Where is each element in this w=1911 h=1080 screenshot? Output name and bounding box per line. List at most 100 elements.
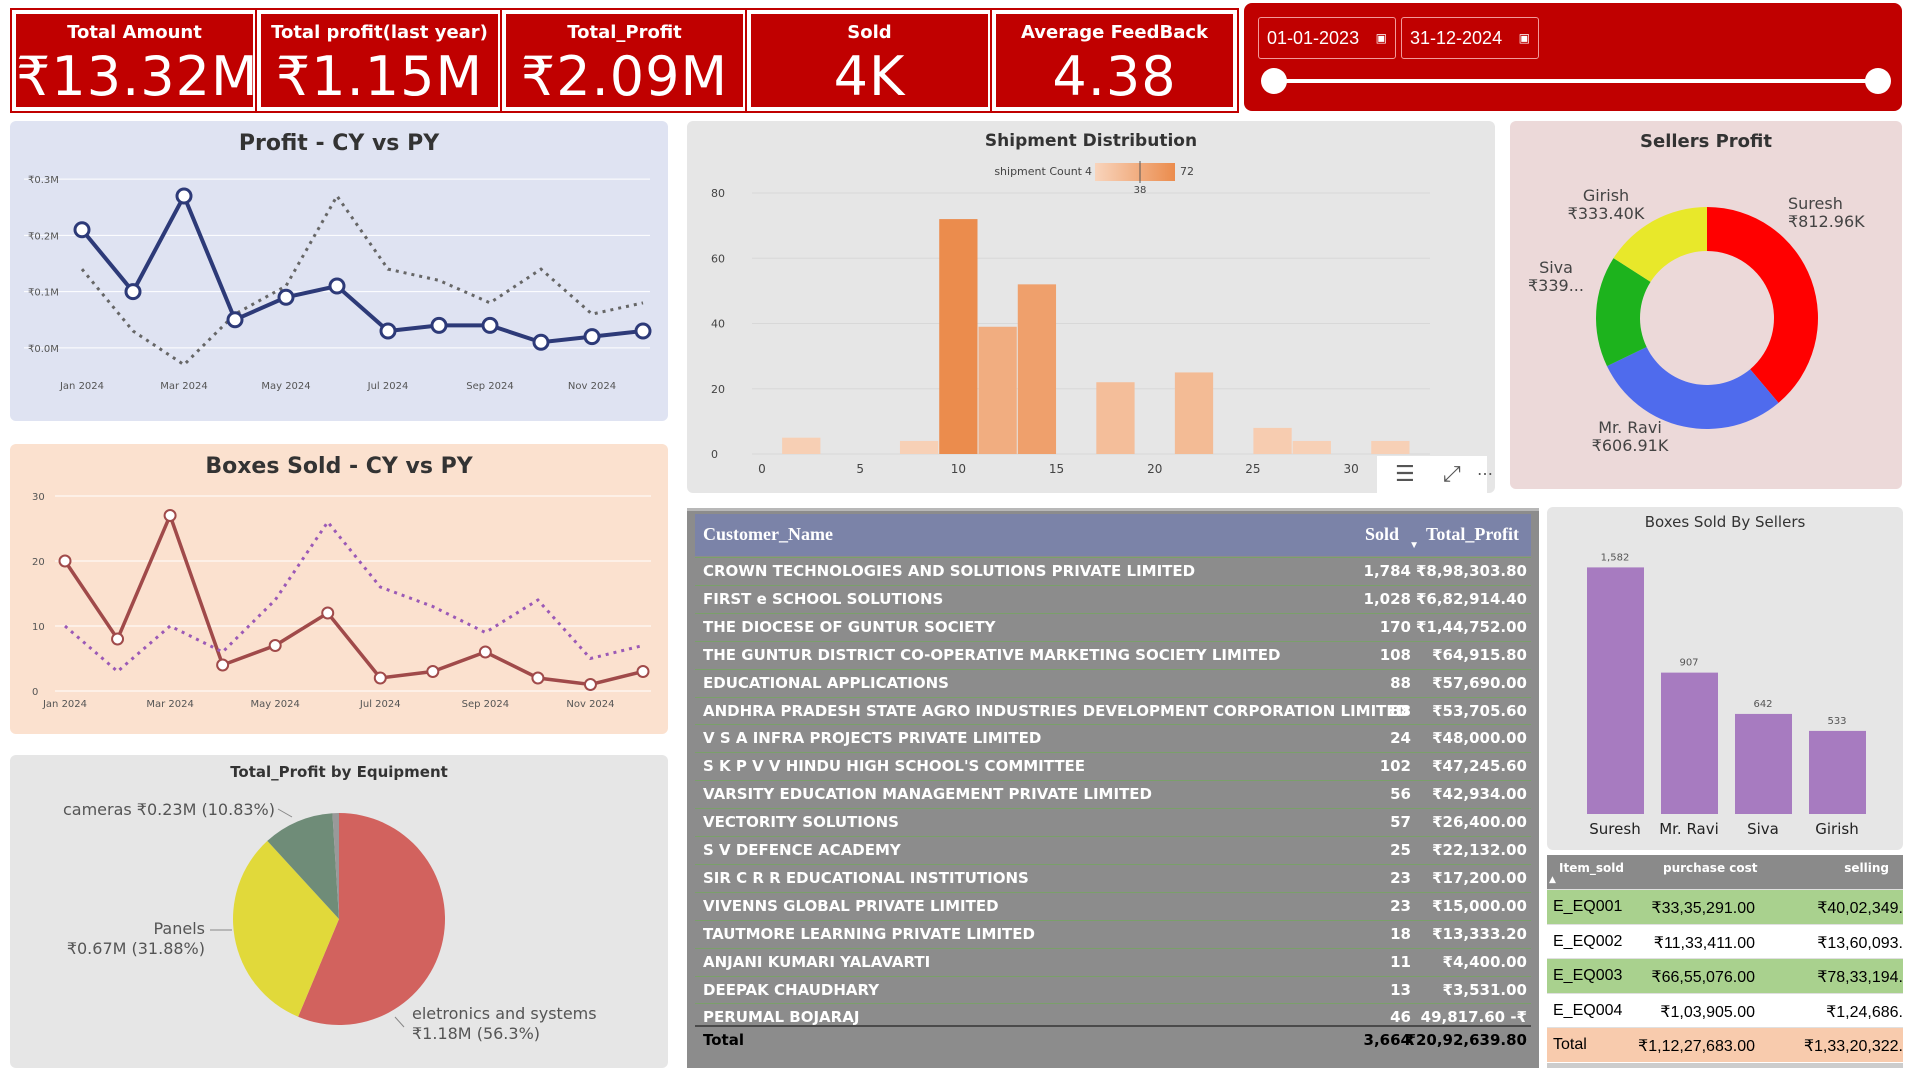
- data-point: [226, 311, 244, 329]
- date-slider-track[interactable]: [1274, 79, 1878, 83]
- sold-cell: 23: [1390, 868, 1411, 887]
- selling-cell: ₹1,24,686.: [1826, 1003, 1903, 1021]
- slice-label-value: ₹606.91K: [1592, 436, 1669, 455]
- column-header-customer-name[interactable]: Customer_Name: [703, 524, 833, 545]
- data-point: [426, 665, 440, 678]
- x-tick-label: 25: [1245, 462, 1260, 476]
- sold-cell: 23: [1390, 896, 1411, 915]
- item-cost-table[interactable]: Item_sold ▲ purchase cost selling E_EQ00…: [1547, 855, 1903, 1068]
- start-date-input[interactable]: 01-01-2023 ▣: [1258, 17, 1396, 59]
- histogram-bar: [1371, 440, 1410, 454]
- sold-cell: 13: [1390, 980, 1411, 999]
- table-row[interactable]: S K P V V HINDU HIGH SCHOOL'S COMMITTEE 1…: [695, 752, 1531, 780]
- data-point: [321, 606, 335, 620]
- filter-icon[interactable]: ☰: [1395, 462, 1415, 487]
- kpi-card-profit-last-year[interactable]: Total profit(last year) ₹1.15M: [255, 8, 504, 113]
- kpi-card-sold[interactable]: Sold 4K: [745, 8, 994, 113]
- y-tick-label: 10: [32, 622, 45, 633]
- date-range-slicer[interactable]: 01-01-2023 ▣ 31-12-2024 ▣: [1244, 3, 1902, 111]
- slice-label-name: Suresh: [1788, 194, 1843, 213]
- donut-slice: [1707, 207, 1818, 403]
- x-tick-label: Mar 2024: [146, 699, 194, 710]
- customer-name-cell: PERUMAL BOJARAJ: [703, 1008, 860, 1027]
- customer-profit-table[interactable]: Customer_Name Sold Total_Profit ▼ CROWN …: [687, 508, 1539, 1068]
- histogram-bar: [978, 326, 1017, 454]
- dashboard: Total Amount ₹13.32M Total profit(last y…: [0, 0, 1911, 1080]
- kpi-card-total-profit[interactable]: Total_Profit ₹2.09M: [500, 8, 749, 113]
- column-header-selling[interactable]: selling: [1844, 861, 1889, 875]
- table-row[interactable]: TAUTMORE LEARNING PRIVATE LIMITED 18 ₹13,3…: [695, 919, 1531, 948]
- kpi-label: Total Amount: [67, 22, 202, 43]
- table-row[interactable]: FIRST e SCHOOL SOLUTIONS 1,028 ₹6,82,914.4…: [695, 584, 1531, 613]
- customer-name-cell: FIRST e SCHOOL SOLUTIONS: [703, 589, 944, 608]
- table-row[interactable]: E_EQ004 ₹1,03,905.00 ₹1,24,686.: [1547, 992, 1903, 1028]
- bar-value-label: 1,582: [1601, 552, 1630, 563]
- purchase-cost-cell: ₹33,35,291.00: [1651, 900, 1755, 917]
- selling-cell: ₹78,33,194.: [1817, 969, 1903, 986]
- sellers-profit-panel: Sellers Profit Suresh ₹812.96K Mr. Ravi ₹60…: [1510, 121, 1902, 489]
- x-tick-label: 30: [1343, 462, 1358, 476]
- series-line-current-year: [63, 510, 644, 687]
- calendar-icon[interactable]: ▣: [1376, 18, 1387, 58]
- table-row[interactable]: EDUCATIONAL APPLICATIONS 88 ₹57,690.00: [695, 668, 1531, 697]
- more-options-icon[interactable]: …: [1477, 460, 1493, 479]
- shipment-distribution-panel: Shipment Distribution 0 20 40 60 80 0 5 10 15 20 2…: [687, 121, 1495, 494]
- table-row[interactable]: VIVENNS GLOBAL PRIVATE LIMITED 23 ₹15,000.…: [695, 891, 1531, 920]
- category-label: Mr. Ravi: [1659, 820, 1719, 838]
- data-point: [111, 632, 125, 646]
- y-tick-label: ₹0.2M: [28, 231, 59, 242]
- column-header-purchase-cost[interactable]: purchase cost: [1663, 861, 1758, 875]
- y-tick-label: 40: [711, 318, 725, 331]
- table-row[interactable]: ANJANI KUMARI YALAVARTI 11 ₹4,400.00: [695, 947, 1531, 976]
- end-date-input[interactable]: 31-12-2024 ▣: [1401, 17, 1539, 59]
- table-row[interactable]: DEEPAK CHAUDHARY 13 ₹3,531.00: [695, 975, 1531, 1004]
- leader-line: [394, 1016, 405, 1028]
- customer-name-cell: VIVENNS GLOBAL PRIVATE LIMITED: [703, 896, 999, 915]
- slice-label: ₹1.18M (56.3%): [412, 1024, 540, 1043]
- horizontal-scrollbar[interactable]: [1547, 1063, 1903, 1068]
- sold-cell: 11: [1390, 952, 1411, 971]
- table-row[interactable]: CROWN TECHNOLOGIES AND SOLUTIONS PRIVATE…: [695, 557, 1531, 585]
- table-row[interactable]: E_EQ003 ₹66,55,076.00 ₹78,33,194.: [1547, 958, 1903, 993]
- series-line-previous-year: [64, 519, 644, 674]
- slice-label-name: Siva: [1539, 258, 1573, 277]
- table-row[interactable]: VECTORITY SOLUTIONS 57 ₹26,400.00: [695, 808, 1531, 836]
- kpi-card-average-feedback[interactable]: Average FeedBack 4.38: [990, 8, 1239, 113]
- sold-cell: 18: [1390, 924, 1411, 943]
- column-header-sold[interactable]: Sold: [1365, 524, 1399, 545]
- x-tick-label: Jul 2024: [367, 381, 409, 392]
- table-row[interactable]: V S A INFRA PROJECTS PRIVATE LIMITED 24 ₹4…: [695, 724, 1531, 752]
- focus-mode-icon[interactable]: ⤢: [1443, 462, 1461, 487]
- date-slider-end-handle[interactable]: [1865, 68, 1891, 94]
- table-row[interactable]: THE DIOCESE OF GUNTUR SOCIETY 170 ₹1,44,75…: [695, 612, 1531, 641]
- date-slider-start-handle[interactable]: [1261, 68, 1287, 94]
- profit-cy-vs-py-panel: Profit - CY vs PY ₹0.0M ₹0.1M ₹0.2M ₹0.3M Ja…: [10, 121, 668, 421]
- table-row[interactable]: E_EQ002 ₹11,33,411.00 ₹13,60,093.: [1547, 923, 1903, 959]
- data-point: [430, 316, 448, 334]
- customer-name-cell: EDUCATIONAL APPLICATIONS: [703, 673, 949, 692]
- item-cell: E_EQ001: [1553, 898, 1623, 915]
- table-row[interactable]: E_EQ001 ₹33,35,291.00 ₹40,02,349.: [1547, 889, 1903, 924]
- table-row[interactable]: SIR C R R EDUCATIONAL INSTITUTIONS 23 ₹17,…: [695, 863, 1531, 892]
- calendar-icon[interactable]: ▣: [1519, 18, 1530, 58]
- table-row[interactable]: VARSITY EDUCATION MANAGEMENT PRIVATE LIM…: [695, 780, 1531, 808]
- boxes-line-chart: 0 10 20 30 Jan 2024 Mar 2024 May 2024 Jul 2024 S…: [32, 492, 651, 710]
- table-row[interactable]: THE GUNTUR DISTRICT CO-OPERATIVE MARKETI…: [695, 640, 1531, 669]
- y-tick-label: 0: [711, 448, 718, 461]
- column-header-item-sold[interactable]: Item_sold: [1559, 861, 1624, 875]
- boxes-by-sellers-panel: Boxes Sold By Sellers 1,582 Suresh 907 Mr. …: [1547, 507, 1903, 850]
- kpi-label: Total_Profit: [567, 22, 682, 43]
- kpi-label: Total profit(last year): [271, 22, 488, 43]
- profit-cell: ₹64,915.80: [1432, 645, 1527, 664]
- data-point: [634, 322, 652, 340]
- table-row[interactable]: ANDHRA PRADESH STATE AGRO INDUSTRIES DEV…: [695, 696, 1531, 725]
- slice-label: eletronics and systems: [412, 1004, 597, 1023]
- table-row[interactable]: S V DEFENCE ACADEMY 25 ₹22,132.00: [695, 836, 1531, 864]
- customer-name-cell: TAUTMORE LEARNING PRIVATE LIMITED: [703, 924, 1035, 943]
- column-header-total-profit[interactable]: Total_Profit: [1426, 524, 1519, 545]
- sort-ascending-icon[interactable]: ▲: [1549, 875, 1556, 885]
- data-point: [532, 333, 550, 351]
- sort-descending-icon[interactable]: ▼: [1409, 540, 1419, 551]
- kpi-card-total-amount[interactable]: Total Amount ₹13.32M: [10, 8, 259, 113]
- table-total-row[interactable]: Total ₹1,12,27,683.00 ₹1,33,20,322.: [1547, 1027, 1903, 1062]
